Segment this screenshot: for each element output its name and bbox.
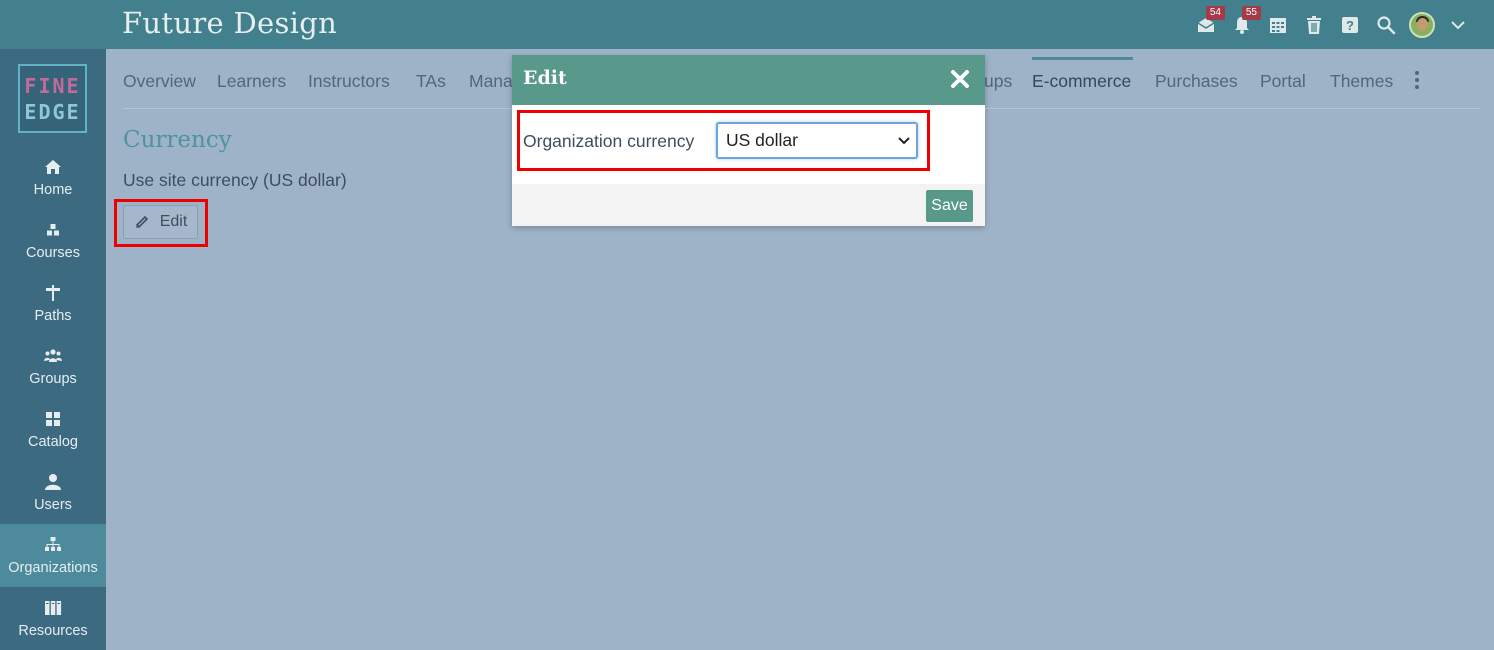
highlight-currency-field (517, 110, 930, 171)
top-bar: Future Design 54 55 ? (0, 0, 1494, 49)
logo-line-2: EDGE (24, 99, 81, 124)
tab-themes[interactable]: Themes (1330, 71, 1393, 92)
tab-ecommerce[interactable]: E-commerce (1032, 71, 1131, 92)
sidebar-item-label: Home (33, 181, 73, 198)
sidebar-item-paths[interactable]: Paths (0, 272, 106, 335)
tab-overview[interactable]: Overview (123, 71, 196, 92)
sidebar-item-organizations[interactable]: Organizations (0, 524, 106, 587)
courses-icon (47, 223, 59, 235)
more-tabs-icon[interactable] (1413, 71, 1421, 91)
notifications-badge: 55 (1241, 6, 1261, 20)
notifications-icon[interactable]: 55 (1224, 0, 1261, 49)
sidebar-item-label: Groups (29, 370, 77, 387)
help-icon[interactable]: ? (1332, 0, 1368, 49)
top-icons: 54 55 ? (1188, 0, 1476, 49)
modal-title: Edit (523, 67, 567, 89)
user-icon (45, 473, 61, 490)
tab-portal[interactable]: Portal (1260, 71, 1306, 92)
site-currency-text: Use site currency (US dollar) (123, 170, 347, 190)
highlight-edit-button (114, 199, 208, 247)
sidebar-item-label: Courses (26, 244, 80, 261)
sidebar-item-label: Users (34, 496, 72, 513)
home-icon (45, 159, 61, 174)
chevron-down-icon[interactable] (1440, 0, 1476, 49)
sidebar: FINE EDGE Home Courses Paths Groups Cata… (0, 49, 106, 650)
sidebar-item-label: Organizations (8, 559, 98, 576)
trash-icon[interactable] (1296, 0, 1332, 49)
tab-instructors[interactable]: Instructors (308, 71, 390, 92)
app-title: Future Design (122, 6, 338, 40)
groups-icon (44, 348, 62, 362)
close-icon[interactable] (949, 68, 971, 90)
search-icon[interactable] (1368, 0, 1404, 49)
section-title: Currency (123, 127, 232, 153)
svg-text:?: ? (1346, 18, 1354, 33)
tab-purchases[interactable]: Purchases (1155, 71, 1238, 92)
active-tab-indicator (1032, 57, 1133, 60)
modal-footer: Save (512, 184, 985, 226)
logo[interactable]: FINE EDGE (18, 64, 87, 133)
tab-groups[interactable]: ups (984, 71, 1012, 92)
paths-icon (46, 284, 60, 301)
sidebar-item-courses[interactable]: Courses (0, 209, 106, 272)
tab-learners[interactable]: Learners (217, 71, 286, 92)
logo-line-1: FINE (24, 73, 81, 98)
sidebar-item-label: Catalog (28, 433, 78, 450)
tab-managers[interactable]: Mana (469, 71, 513, 92)
sidebar-item-catalog[interactable]: Catalog (0, 398, 106, 461)
avatar[interactable] (1404, 0, 1440, 49)
tab-tas[interactable]: TAs (416, 71, 446, 92)
save-button[interactable]: Save (926, 190, 973, 222)
sidebar-item-home[interactable]: Home (0, 146, 106, 209)
organizations-icon (45, 536, 61, 551)
sidebar-item-label: Paths (34, 307, 72, 324)
modal-header: Edit (512, 55, 985, 105)
messages-badge: 54 (1205, 6, 1225, 20)
calendar-icon[interactable] (1260, 0, 1296, 49)
sidebar-item-resources[interactable]: Resources (0, 587, 106, 650)
sidebar-item-users[interactable]: Users (0, 461, 106, 524)
sidebar-item-groups[interactable]: Groups (0, 335, 106, 398)
avatar-image (1409, 11, 1435, 38)
sidebar-item-label: Resources (18, 622, 88, 639)
messages-icon[interactable]: 54 (1188, 0, 1225, 49)
catalog-icon (46, 411, 60, 426)
resources-icon (45, 600, 62, 615)
